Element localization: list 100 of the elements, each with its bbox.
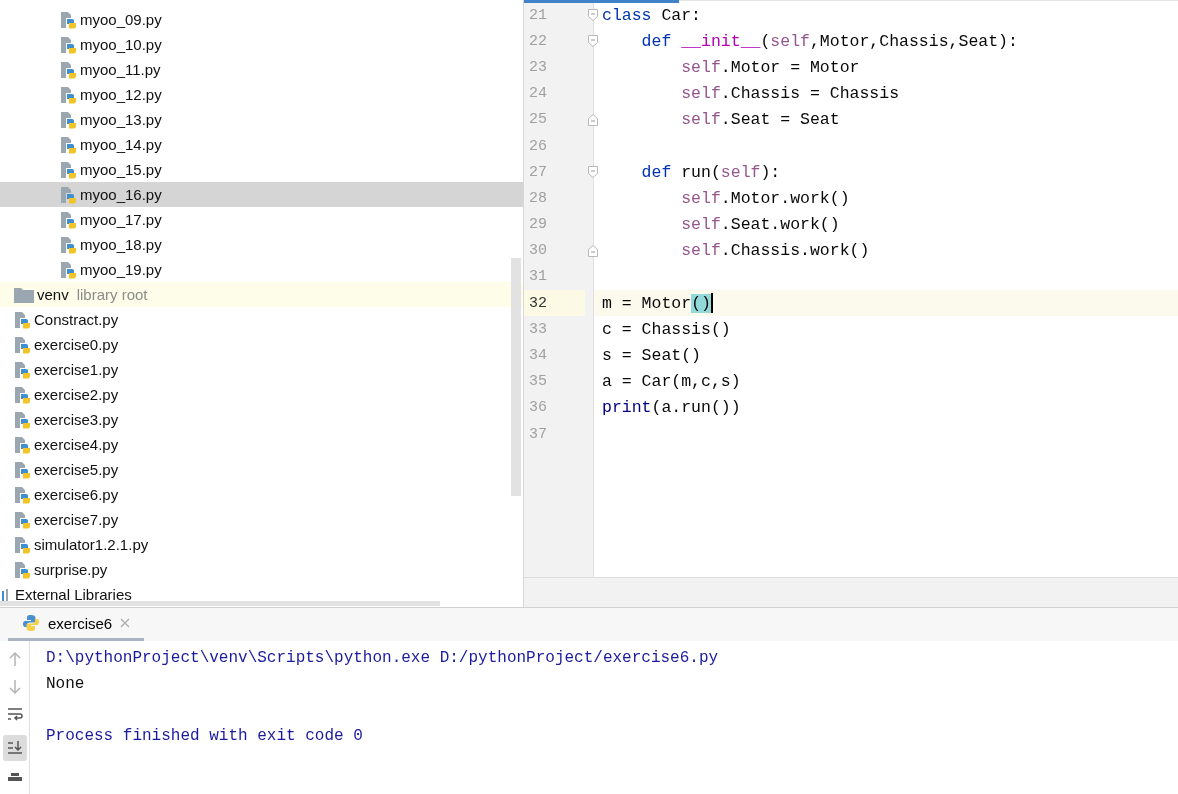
scroll-to-end-icon <box>6 740 23 756</box>
python-file-icon <box>14 460 31 479</box>
python-file-icon <box>60 260 77 279</box>
scroll-to-end-button[interactable] <box>2 735 27 761</box>
file-name: exercise0.py <box>34 336 119 353</box>
line-number: 25 <box>528 110 548 131</box>
tree-row[interactable]: simulator1.2.1.py <box>0 532 523 557</box>
tree-row[interactable]: exercise6.py <box>0 482 523 507</box>
tree-row[interactable]: myoo_13.py <box>0 107 523 132</box>
python-file-icon <box>14 485 31 504</box>
code-line: self.Motor.work() <box>680 188 850 208</box>
tree-row[interactable]: exercise7.py <box>0 507 523 532</box>
tree-row[interactable]: Constract.py <box>0 307 523 332</box>
python-file-icon <box>14 510 31 529</box>
file-name: myoo_09.py <box>80 11 162 28</box>
python-file-icon <box>60 185 77 204</box>
folder-icon <box>14 286 34 303</box>
print-icon[interactable] <box>6 773 23 781</box>
line-number: 26 <box>528 136 548 157</box>
file-name: venv <box>37 286 69 303</box>
file-name: External Libraries <box>15 586 132 603</box>
scrollbar[interactable] <box>511 258 521 496</box>
python-file-icon <box>14 535 31 554</box>
code-line: self.Chassis = Chassis <box>680 84 900 104</box>
tree-row[interactable]: exercise2.py <box>0 382 523 407</box>
tree-row[interactable]: myoo_10.py <box>0 32 523 57</box>
python-file-icon <box>60 235 77 254</box>
down-arrow-icon[interactable] <box>7 679 22 695</box>
file-name: myoo_10.py <box>80 36 162 53</box>
line-number: 22 <box>528 31 548 52</box>
python-file-icon <box>14 335 31 354</box>
file-name: myoo_17.py <box>80 211 162 228</box>
file-name: myoo_18.py <box>80 236 162 253</box>
code-line: def __init__(self,Motor,Chassis,Seat): <box>640 31 1018 51</box>
code-line: print(a.run()) <box>602 398 741 418</box>
python-file-icon <box>60 210 77 229</box>
console-line: None <box>46 675 85 693</box>
tree-row[interactable]: venv library root <box>0 282 523 307</box>
tree-row[interactable]: exercise4.py <box>0 432 523 457</box>
line-number: 34 <box>528 346 548 367</box>
code-line: self.Chassis.work() <box>680 241 870 261</box>
line-number: 23 <box>528 57 548 78</box>
python-file-icon <box>14 560 31 579</box>
file-name: exercise5.py <box>34 461 119 478</box>
up-arrow-icon[interactable] <box>7 651 22 667</box>
file-name: exercise1.py <box>34 361 119 378</box>
tree-row[interactable]: myoo_12.py <box>0 82 523 107</box>
file-name: exercise6.py <box>34 486 119 503</box>
tree-row[interactable]: myoo_15.py <box>0 157 523 182</box>
line-number: 37 <box>528 424 548 445</box>
code-line: s = Seat() <box>602 346 702 366</box>
tree-row[interactable]: myoo_18.py <box>0 232 523 257</box>
tree-row[interactable]: myoo_09.py <box>0 7 523 32</box>
code-line: self.Motor = Motor <box>680 57 860 77</box>
close-icon[interactable] <box>120 618 131 628</box>
file-name: Constract.py <box>34 311 119 328</box>
file-name: myoo_19.py <box>80 261 162 278</box>
python-file-icon <box>14 435 31 454</box>
file-name: myoo_14.py <box>80 136 162 153</box>
folder-note: library root <box>76 286 148 303</box>
python-icon <box>22 614 40 632</box>
code-line: self.Seat = Seat <box>680 110 840 130</box>
console-line: Process finished with exit code 0 <box>46 727 363 745</box>
soft-wrap-icon[interactable] <box>6 707 23 723</box>
line-number: 33 <box>528 319 548 340</box>
code-line: m = Motor() <box>602 293 711 313</box>
line-number: 24 <box>528 84 548 105</box>
text-cursor <box>710 293 713 314</box>
code-line: c = Chassis() <box>602 319 731 339</box>
code-line: def run(self): <box>640 162 781 182</box>
tree-row[interactable]: exercise5.py <box>0 457 523 482</box>
python-file-icon <box>14 310 31 329</box>
file-name: myoo_13.py <box>80 111 162 128</box>
file-name: exercise4.py <box>34 436 119 453</box>
tree-row[interactable]: myoo_17.py <box>0 207 523 232</box>
tree-row[interactable]: myoo_16.py <box>0 182 523 207</box>
file-name: myoo_16.py <box>80 186 162 203</box>
tree-row[interactable]: surprise.py <box>0 557 523 582</box>
line-number: 31 <box>528 267 548 288</box>
tree-row[interactable]: exercise1.py <box>0 357 523 382</box>
line-number: 35 <box>528 372 548 393</box>
tree-row[interactable]: exercise3.py <box>0 407 523 432</box>
code-line: class Car: <box>602 5 702 25</box>
tree-row[interactable]: myoo_11.py <box>0 57 523 82</box>
tree-row[interactable]: myoo_19.py <box>0 257 523 282</box>
python-file-icon <box>60 35 77 54</box>
tree-row[interactable]: myoo_14.py <box>0 132 523 157</box>
python-file-icon <box>14 385 31 404</box>
tree-row[interactable]: External Libraries <box>0 582 523 607</box>
file-name: surprise.py <box>34 561 108 578</box>
line-number: 29 <box>528 215 548 236</box>
scrollbar[interactable] <box>0 601 440 606</box>
code-line: a = Car(m,c,s) <box>602 372 741 392</box>
line-number: 32 <box>524 290 585 317</box>
code-line: self.Seat.work() <box>680 215 840 235</box>
python-file-icon <box>60 160 77 179</box>
file-name: myoo_15.py <box>80 161 162 178</box>
python-file-icon <box>60 85 77 104</box>
tree-row[interactable]: exercise0.py <box>0 332 523 357</box>
line-number: 21 <box>528 5 548 26</box>
